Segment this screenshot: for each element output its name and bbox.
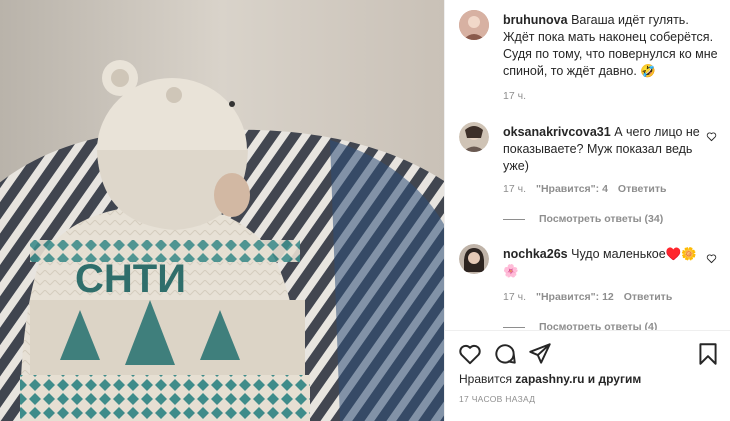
commenter-avatar-image — [459, 122, 489, 152]
view-replies-label: Посмотреть ответы (34) — [539, 213, 664, 225]
post-photo[interactable]: СНТИ — [0, 0, 444, 421]
comment-likes[interactable]: "Нравится": 12 — [536, 291, 614, 303]
liked-by-suffix[interactable]: и другим — [588, 372, 641, 386]
instagram-post: СНТИ bruhunova Вагаша идёт гулять. Ждёт … — [0, 0, 730, 421]
comment-reply-button[interactable]: Ответить — [624, 291, 673, 303]
comment-username[interactable]: oksanakrivcova31 — [503, 125, 611, 139]
liked-by-prefix: Нравится — [459, 372, 512, 386]
commenter-avatar[interactable] — [459, 122, 489, 152]
view-replies-label: Посмотреть ответы (4) — [539, 321, 658, 330]
comment-meta: 17 ч. "Нравится": 4 Ответить — [503, 183, 666, 195]
comment-time[interactable]: 17 ч. — [503, 291, 526, 303]
comment-reply-button[interactable]: Ответить — [618, 183, 667, 195]
post-side-panel: bruhunova Вагаша идёт гулять. Ждёт пока … — [444, 0, 730, 421]
caption-emoji: 🤣 — [640, 64, 656, 78]
author-username[interactable]: bruhunova — [503, 13, 568, 27]
comment-text: nochka26s Чудо маленькое♥️🌼🌸 — [503, 246, 703, 280]
view-replies-button[interactable]: Посмотреть ответы (34) — [503, 213, 663, 225]
small-heart-icon[interactable] — [706, 131, 717, 142]
comment-time[interactable]: 17 ч. — [503, 183, 526, 195]
comments-list[interactable]: bruhunova Вагаша идёт гулять. Ждёт пока … — [445, 0, 730, 330]
liked-by-user[interactable]: zapashny.ru — [515, 372, 584, 386]
bookmark-icon[interactable] — [695, 341, 721, 367]
comment-username[interactable]: nochka26s — [503, 247, 568, 261]
photo-illustration: СНТИ — [0, 0, 444, 421]
comment-meta: 17 ч. "Нравится": 12 Ответить — [503, 291, 672, 303]
comment-text: oksanakrivcova31 А чего лицо не показыва… — [503, 124, 703, 175]
commenter-avatar-image — [459, 244, 489, 274]
comment-likes[interactable]: "Нравится": 4 — [536, 183, 608, 195]
share-icon[interactable] — [527, 341, 553, 367]
liked-by: Нравится zapashny.ru и другим — [459, 372, 641, 386]
author-avatar-image — [459, 10, 489, 40]
commenter-avatar[interactable] — [459, 244, 489, 274]
caption-text: bruhunova Вагаша идёт гулять. Ждёт пока … — [503, 12, 723, 80]
post-actions: Нравится zapashny.ru и другим 17 ЧАСОВ Н… — [445, 330, 730, 421]
replies-divider — [503, 218, 525, 220]
heart-icon[interactable] — [457, 341, 483, 367]
author-avatar[interactable] — [459, 10, 489, 40]
post-timestamp[interactable]: 17 ЧАСОВ НАЗАД — [459, 394, 535, 404]
view-replies-button[interactable]: Посмотреть ответы (4) — [503, 321, 657, 330]
small-heart-icon[interactable] — [706, 253, 717, 264]
caption-time[interactable]: 17 ч. — [503, 90, 526, 102]
sweater-letters: СНТИ — [75, 257, 186, 301]
replies-divider — [503, 326, 525, 328]
comment-icon[interactable] — [492, 341, 518, 367]
